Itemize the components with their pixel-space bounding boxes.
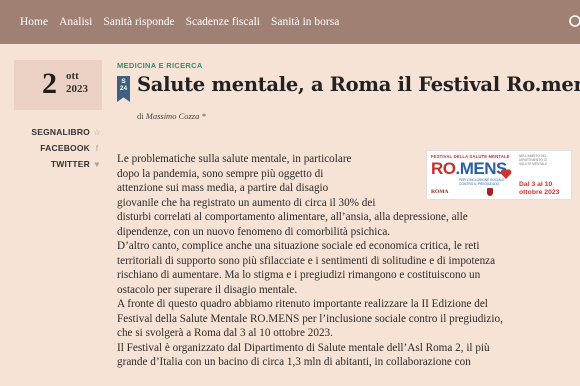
- nav-home[interactable]: Home: [20, 16, 48, 28]
- paragraph-line: rischiano di aumentare. Ma lo stigma e i…: [117, 269, 481, 281]
- share-facebook[interactable]: FACEBOOK f: [14, 143, 102, 153]
- paragraph-line: Le problematiche sulla salute mentale, i…: [117, 153, 352, 165]
- paragraph-3: A fronte di questo quadro abbiamo ritenu…: [117, 297, 562, 341]
- share-twitter[interactable]: TWITTER ♥: [14, 159, 102, 169]
- byline: di Massimo Cozza *: [137, 111, 206, 121]
- paragraph-line: che si svolgerà a Roma dal 3 al 10 ottob…: [117, 327, 333, 339]
- paragraph-4: Il Festival è organizzato dal Dipartimen…: [117, 341, 562, 370]
- paragraph-line: attenzione sui mass media, a partire dal…: [117, 182, 329, 194]
- paragraph-line: D’altro canto, complice anche una situaz…: [117, 240, 480, 252]
- paragraph-line: giovanile che ha registrato un aumento d…: [117, 196, 376, 209]
- paragraph-line: dopo la pandemia, sono sempre più oggett…: [117, 167, 324, 180]
- search-icon[interactable]: [566, 13, 580, 31]
- date-box: 2 ott 2023: [14, 60, 102, 110]
- article-body: Le problematiche sulla salute mentale, i…: [117, 152, 562, 370]
- author-name: Massimo Cozza *: [145, 111, 206, 121]
- paragraph-line: grande d’Italia con un bacino di circa 1…: [117, 356, 471, 368]
- facebook-icon[interactable]: f: [92, 143, 102, 153]
- date-year: 2023: [66, 83, 88, 95]
- nav-scadenze-fiscali[interactable]: Scadenze fiscali: [186, 16, 260, 28]
- nav-sanita-in-borsa[interactable]: Sanità in borsa: [271, 16, 339, 28]
- paragraph-line: dipendenze, con un nuovo fenomeno di com…: [117, 225, 391, 238]
- nav-analisi[interactable]: Analisi: [59, 16, 92, 28]
- nav-sanita-risponde[interactable]: Sanità risponde: [103, 16, 174, 28]
- facebook-label[interactable]: FACEBOOK: [40, 143, 90, 153]
- paragraph-line: Il Festival è organizzato dal Dipartimen…: [117, 341, 490, 354]
- paragraph-line: A fronte di questo quadro abbiamo ritenu…: [117, 298, 488, 310]
- s24-ribbon-icon: S 24: [117, 76, 130, 102]
- paragraph-2: D’altro canto, complice anche una situaz…: [117, 239, 562, 297]
- bookmark-label[interactable]: SEGNALIBRO: [31, 127, 90, 137]
- ribbon-top: S: [121, 78, 126, 85]
- share-bookmark[interactable]: SEGNALIBRO ☆: [14, 127, 102, 137]
- paragraph-line: disturbi correlati al comportamento alim…: [117, 211, 468, 223]
- paragraph-line: Festival della Salute Mentale RO.MENS pe…: [117, 312, 503, 325]
- date-day: 2: [42, 67, 57, 100]
- article-title: Salute mentale, a Roma il Festival Ro.me…: [137, 73, 580, 96]
- article-category[interactable]: MEDICINA E RICERCA: [117, 61, 203, 70]
- byline-prefix: di: [137, 111, 144, 121]
- twitter-label[interactable]: TWITTER: [51, 159, 90, 169]
- paragraph-line: ostacolo per superare il disagio mentale…: [117, 283, 298, 296]
- star-icon[interactable]: ☆: [92, 127, 102, 137]
- date-month: ott: [66, 70, 79, 82]
- paragraph-line: territoriali di supporto sono più sfilac…: [117, 254, 496, 267]
- paragraph-1: Le problematiche sulla salute mentale, i…: [117, 152, 562, 239]
- twitter-icon[interactable]: ♥: [92, 159, 102, 169]
- ribbon-bottom: 24: [119, 85, 128, 92]
- top-navigation: Home Analisi Sanità risponde Scadenze fi…: [0, 0, 580, 44]
